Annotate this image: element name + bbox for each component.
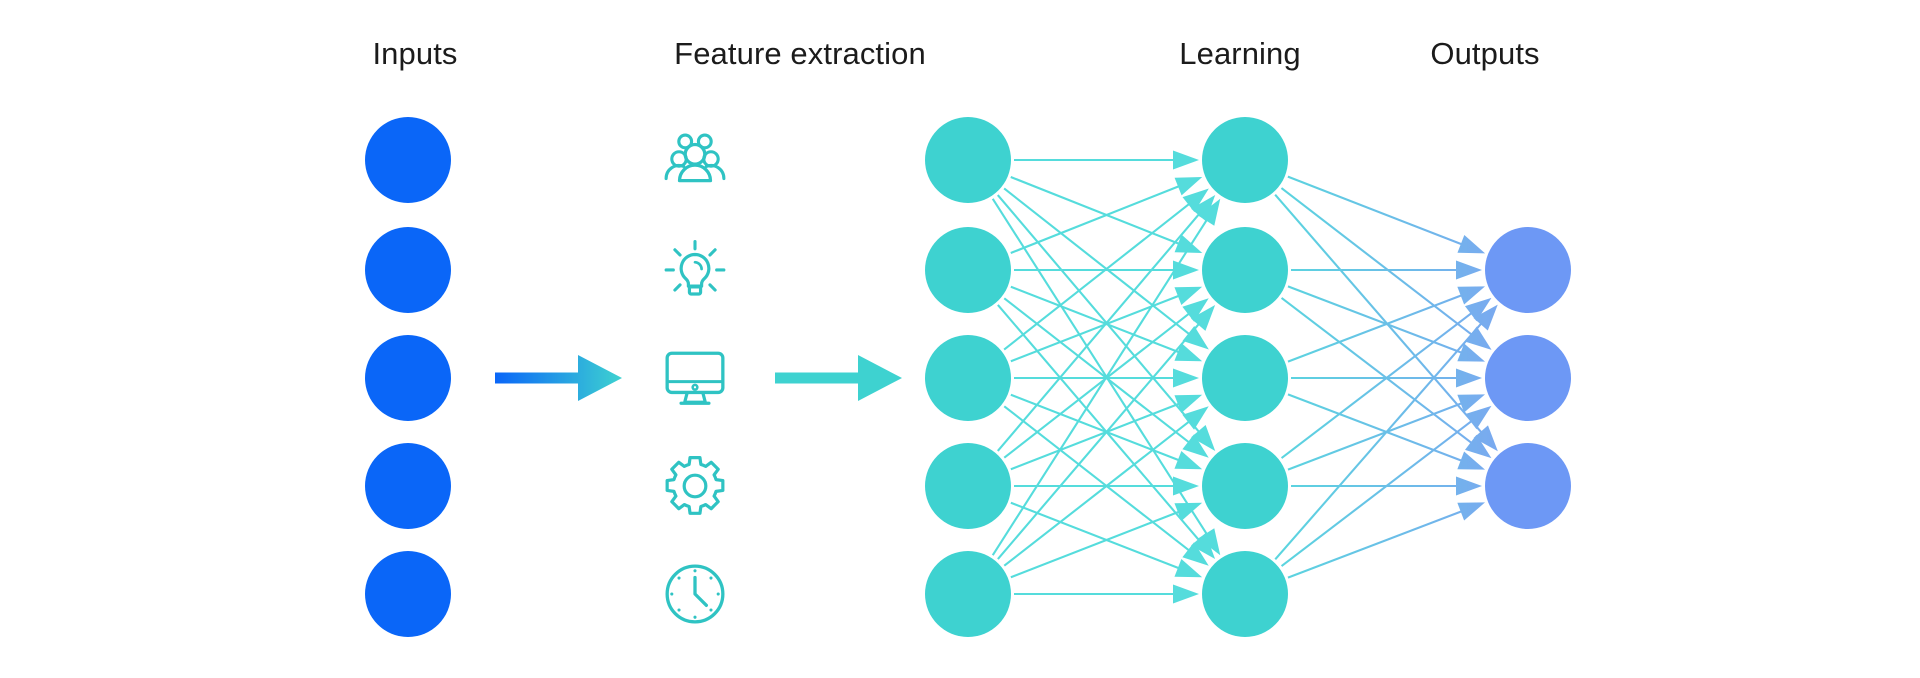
monitor-icon (665, 351, 725, 405)
edge-h1-3-h2-2-line (1010, 292, 1184, 363)
edges-hidden2-to-output (1274, 175, 1498, 579)
edge-h2-1-out-3-line (1274, 194, 1486, 437)
hidden1-node-4 (925, 443, 1011, 529)
edge-h1-5-h2-4-arrowhead (1174, 502, 1203, 522)
hidden2-node-3 (1202, 335, 1288, 421)
feature-extraction-icons (664, 133, 726, 624)
hidden2-node-4 (1202, 443, 1288, 529)
arrow-inputs-to-features (495, 355, 622, 401)
edge-h2-3-out-2-arrowhead (1456, 368, 1482, 388)
input-node-1 (365, 117, 451, 203)
edge-h1-5-h2-5-arrowhead (1173, 584, 1199, 604)
hidden1-node-5 (925, 551, 1011, 637)
hidden1-node-3 (925, 335, 1011, 421)
input-layer-nodes (365, 117, 451, 637)
edge-h1-4-h2-3-line (1010, 400, 1184, 471)
edge-h1-5-h2-4-line (1010, 508, 1184, 579)
edge-h2-1-out-1-line (1287, 175, 1467, 248)
output-node-2 (1485, 335, 1571, 421)
input-node-4 (365, 443, 451, 529)
edge-h1-3-h2-3-arrowhead (1173, 368, 1199, 388)
edge-h2-2-out-1-arrowhead (1456, 260, 1482, 280)
edge-h2-5-out-2-arrowhead (1465, 405, 1492, 430)
edge-h2-4-out-3-arrowhead (1456, 476, 1482, 496)
output-layer-nodes (1485, 227, 1571, 529)
arrow-features-to-learning (775, 355, 902, 401)
clock-icon (665, 564, 725, 624)
gear-icon (665, 456, 725, 515)
edge-h1-4-h2-4-arrowhead (1173, 476, 1199, 496)
edge-h1-2-h2-1-line (1010, 183, 1185, 254)
edge-h2-1-out-1-arrowhead (1457, 235, 1486, 254)
edge-h1-1-h2-2-line (1010, 176, 1185, 247)
output-node-1 (1485, 227, 1571, 313)
edge-h2-4-out-2-line (1287, 400, 1467, 471)
people-group-icon (664, 133, 726, 183)
edge-h2-2-out-2-line (1287, 285, 1467, 356)
edge-h2-3-out-3-line (1287, 393, 1467, 464)
input-node-2 (365, 227, 451, 313)
edge-h1-2-h2-2-arrowhead (1173, 260, 1199, 280)
hidden2-node-1 (1202, 117, 1288, 203)
neural-network-diagram: Inputs Feature extraction Learning Outpu… (0, 0, 1920, 678)
edge-h1-1-h2-1-arrowhead (1173, 150, 1199, 170)
hidden2-node-2 (1202, 227, 1288, 313)
input-node-5 (365, 551, 451, 637)
hidden2-node-5 (1202, 551, 1288, 637)
hidden1-node-1 (925, 117, 1011, 203)
edges-hidden1-to-hidden2 (991, 150, 1221, 604)
output-node-3 (1485, 443, 1571, 529)
edge-h2-5-out-3-arrowhead (1457, 502, 1486, 521)
diagram-canvas (365, 117, 1571, 637)
edge-h1-1-h2-4-line (996, 194, 1204, 437)
hidden1-node-2 (925, 227, 1011, 313)
lightbulb-icon (664, 240, 726, 296)
input-node-3 (365, 335, 451, 421)
edge-h2-3-out-1-line (1287, 292, 1467, 363)
edge-h2-5-out-3-line (1287, 508, 1467, 579)
flow-arrow-group (495, 355, 902, 401)
